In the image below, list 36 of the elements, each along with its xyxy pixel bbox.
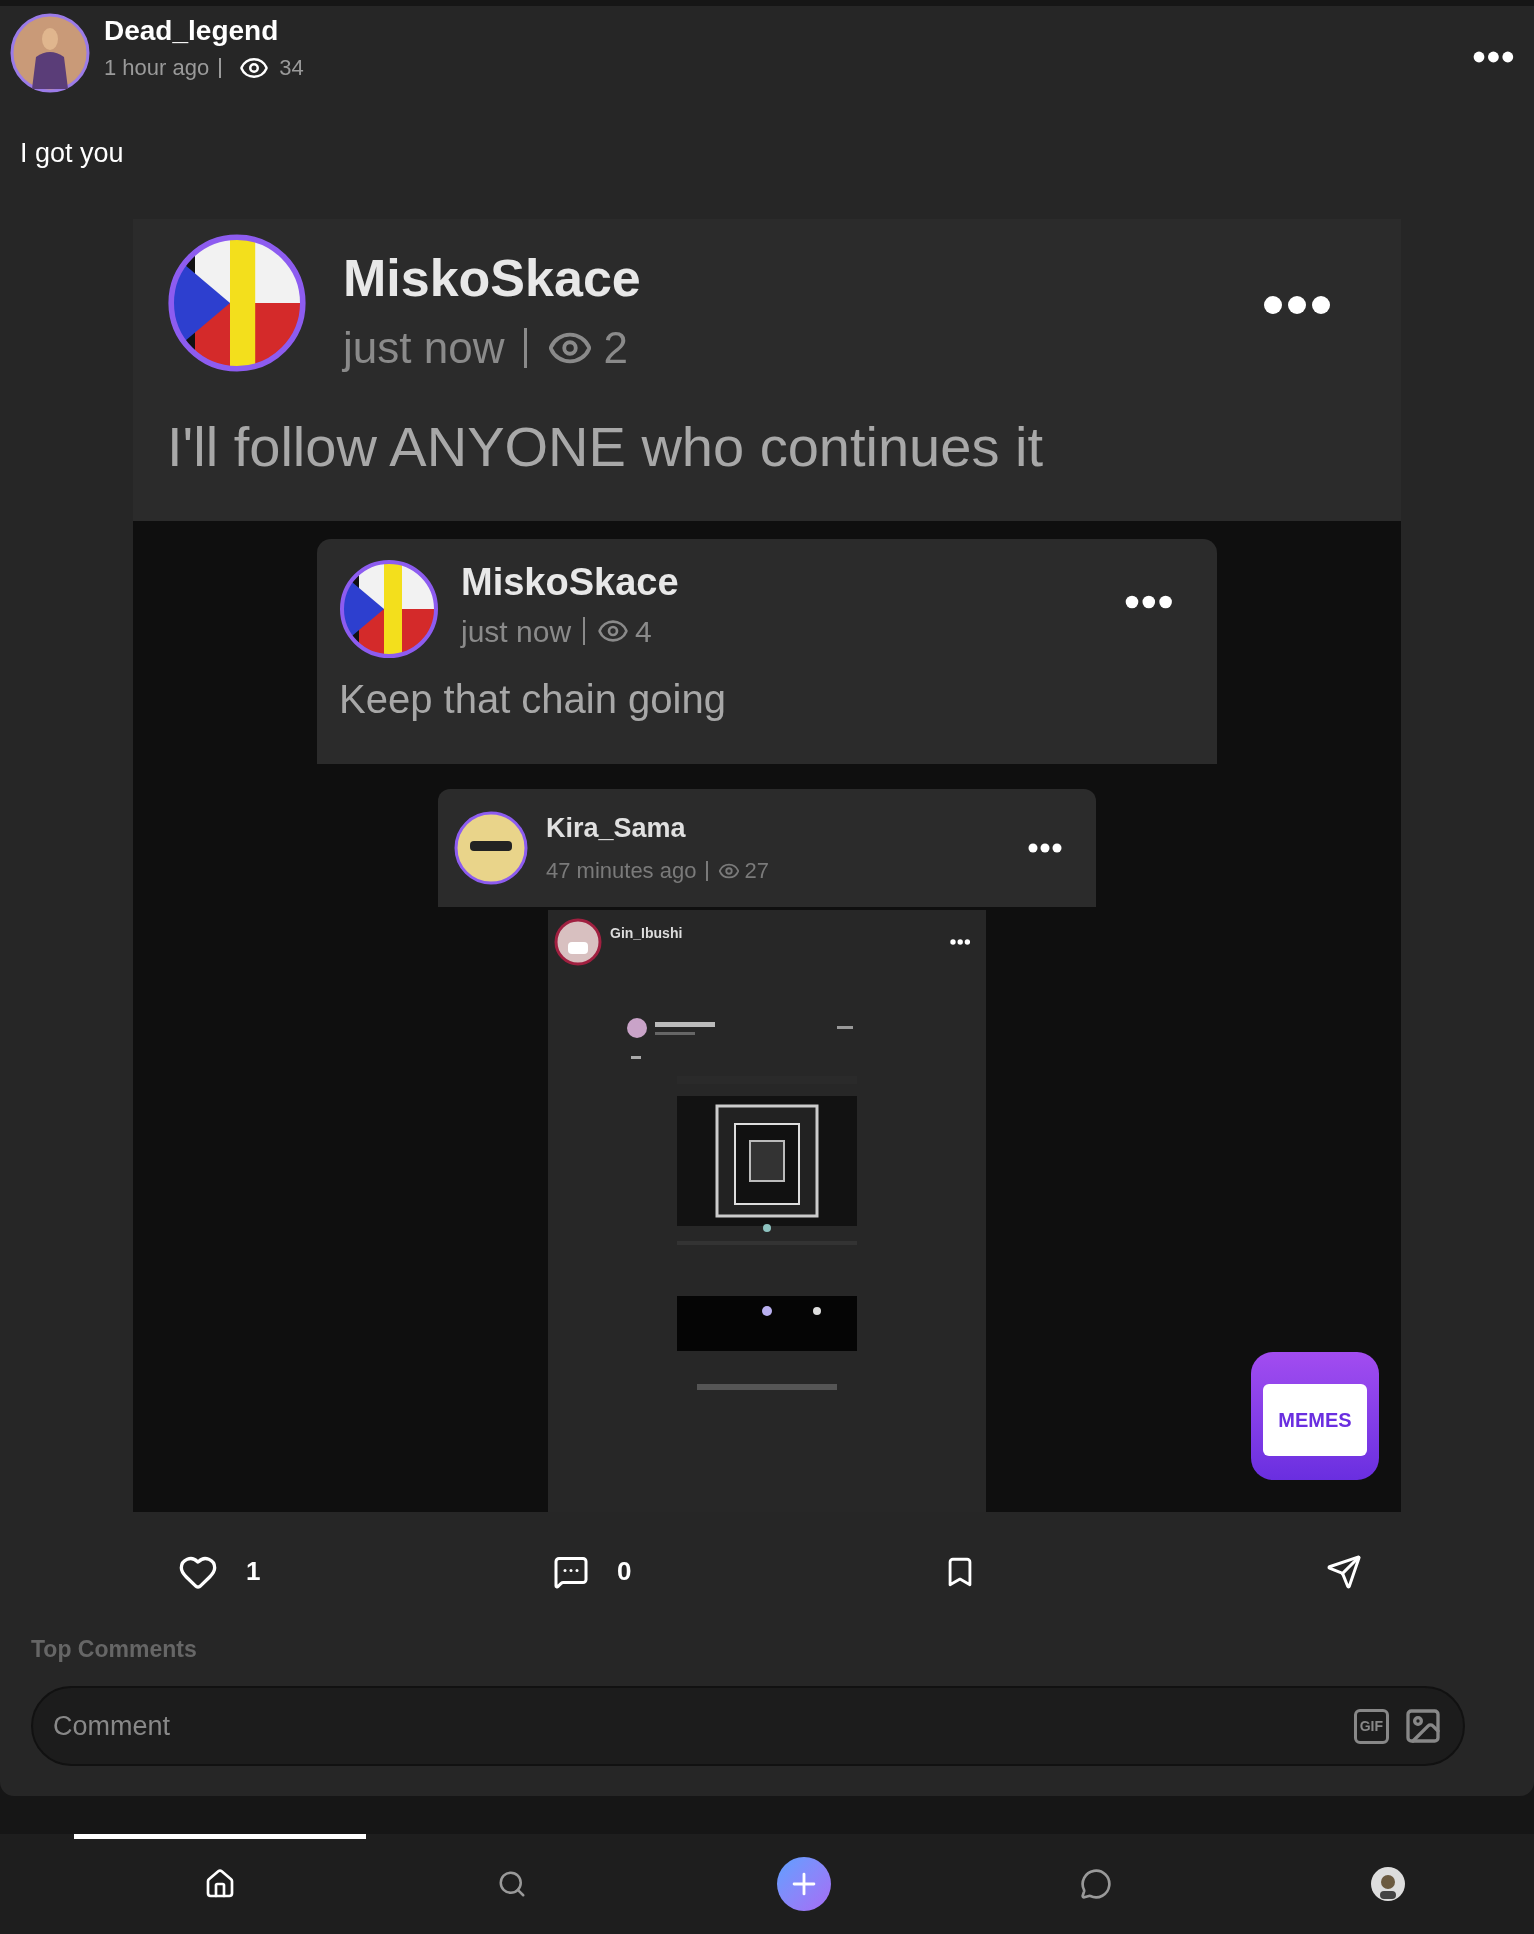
search-icon bbox=[497, 1869, 527, 1899]
view-count: 2 bbox=[603, 321, 628, 374]
post-time: just now bbox=[461, 613, 572, 650]
author-name: MiskoSkace bbox=[343, 247, 641, 309]
author-name: Kira_Sama bbox=[546, 811, 687, 845]
view-count: 4 bbox=[635, 613, 652, 650]
gif-button[interactable]: GIF bbox=[1353, 1708, 1389, 1744]
view-count: 34 bbox=[279, 54, 304, 82]
profile-avatar bbox=[1371, 1867, 1405, 1901]
comment-button[interactable]: 0 bbox=[553, 1552, 943, 1591]
share-icon[interactable] bbox=[1326, 1553, 1362, 1590]
author-name: MiskoSkace bbox=[461, 559, 679, 605]
more-icon[interactable] bbox=[1028, 842, 1062, 853]
section-title: Top Comments bbox=[30, 1634, 198, 1664]
post-text: I got you bbox=[19, 137, 125, 170]
more-icon[interactable] bbox=[1473, 51, 1514, 63]
home-icon bbox=[204, 1868, 236, 1900]
add-icon bbox=[777, 1857, 831, 1911]
post-text: I'll follow ANYONE who continues it bbox=[167, 413, 1044, 480]
comment-field[interactable]: Comment GIF bbox=[31, 1686, 1465, 1766]
post-time: 47 minutes ago bbox=[546, 857, 697, 886]
user-avatar[interactable] bbox=[10, 13, 90, 93]
more-icon[interactable] bbox=[949, 938, 970, 945]
author-name: Gin_Ibushi bbox=[610, 924, 683, 943]
chat-icon bbox=[1080, 1868, 1112, 1900]
mask-avatar bbox=[554, 917, 602, 966]
image-icon[interactable] bbox=[1403, 1706, 1443, 1746]
more-icon[interactable] bbox=[1263, 294, 1331, 315]
post-text: Keep that chain going bbox=[339, 675, 727, 723]
memes-badge: MEMES bbox=[1251, 1351, 1379, 1480]
post-time: just now bbox=[343, 321, 505, 374]
more-icon[interactable] bbox=[1125, 594, 1173, 609]
post-time: 1 hour ago bbox=[104, 54, 210, 82]
like-button[interactable]: 1 bbox=[178, 1551, 553, 1592]
author-name[interactable]: Dead_legend bbox=[104, 13, 304, 49]
view-count: 27 bbox=[744, 857, 769, 886]
